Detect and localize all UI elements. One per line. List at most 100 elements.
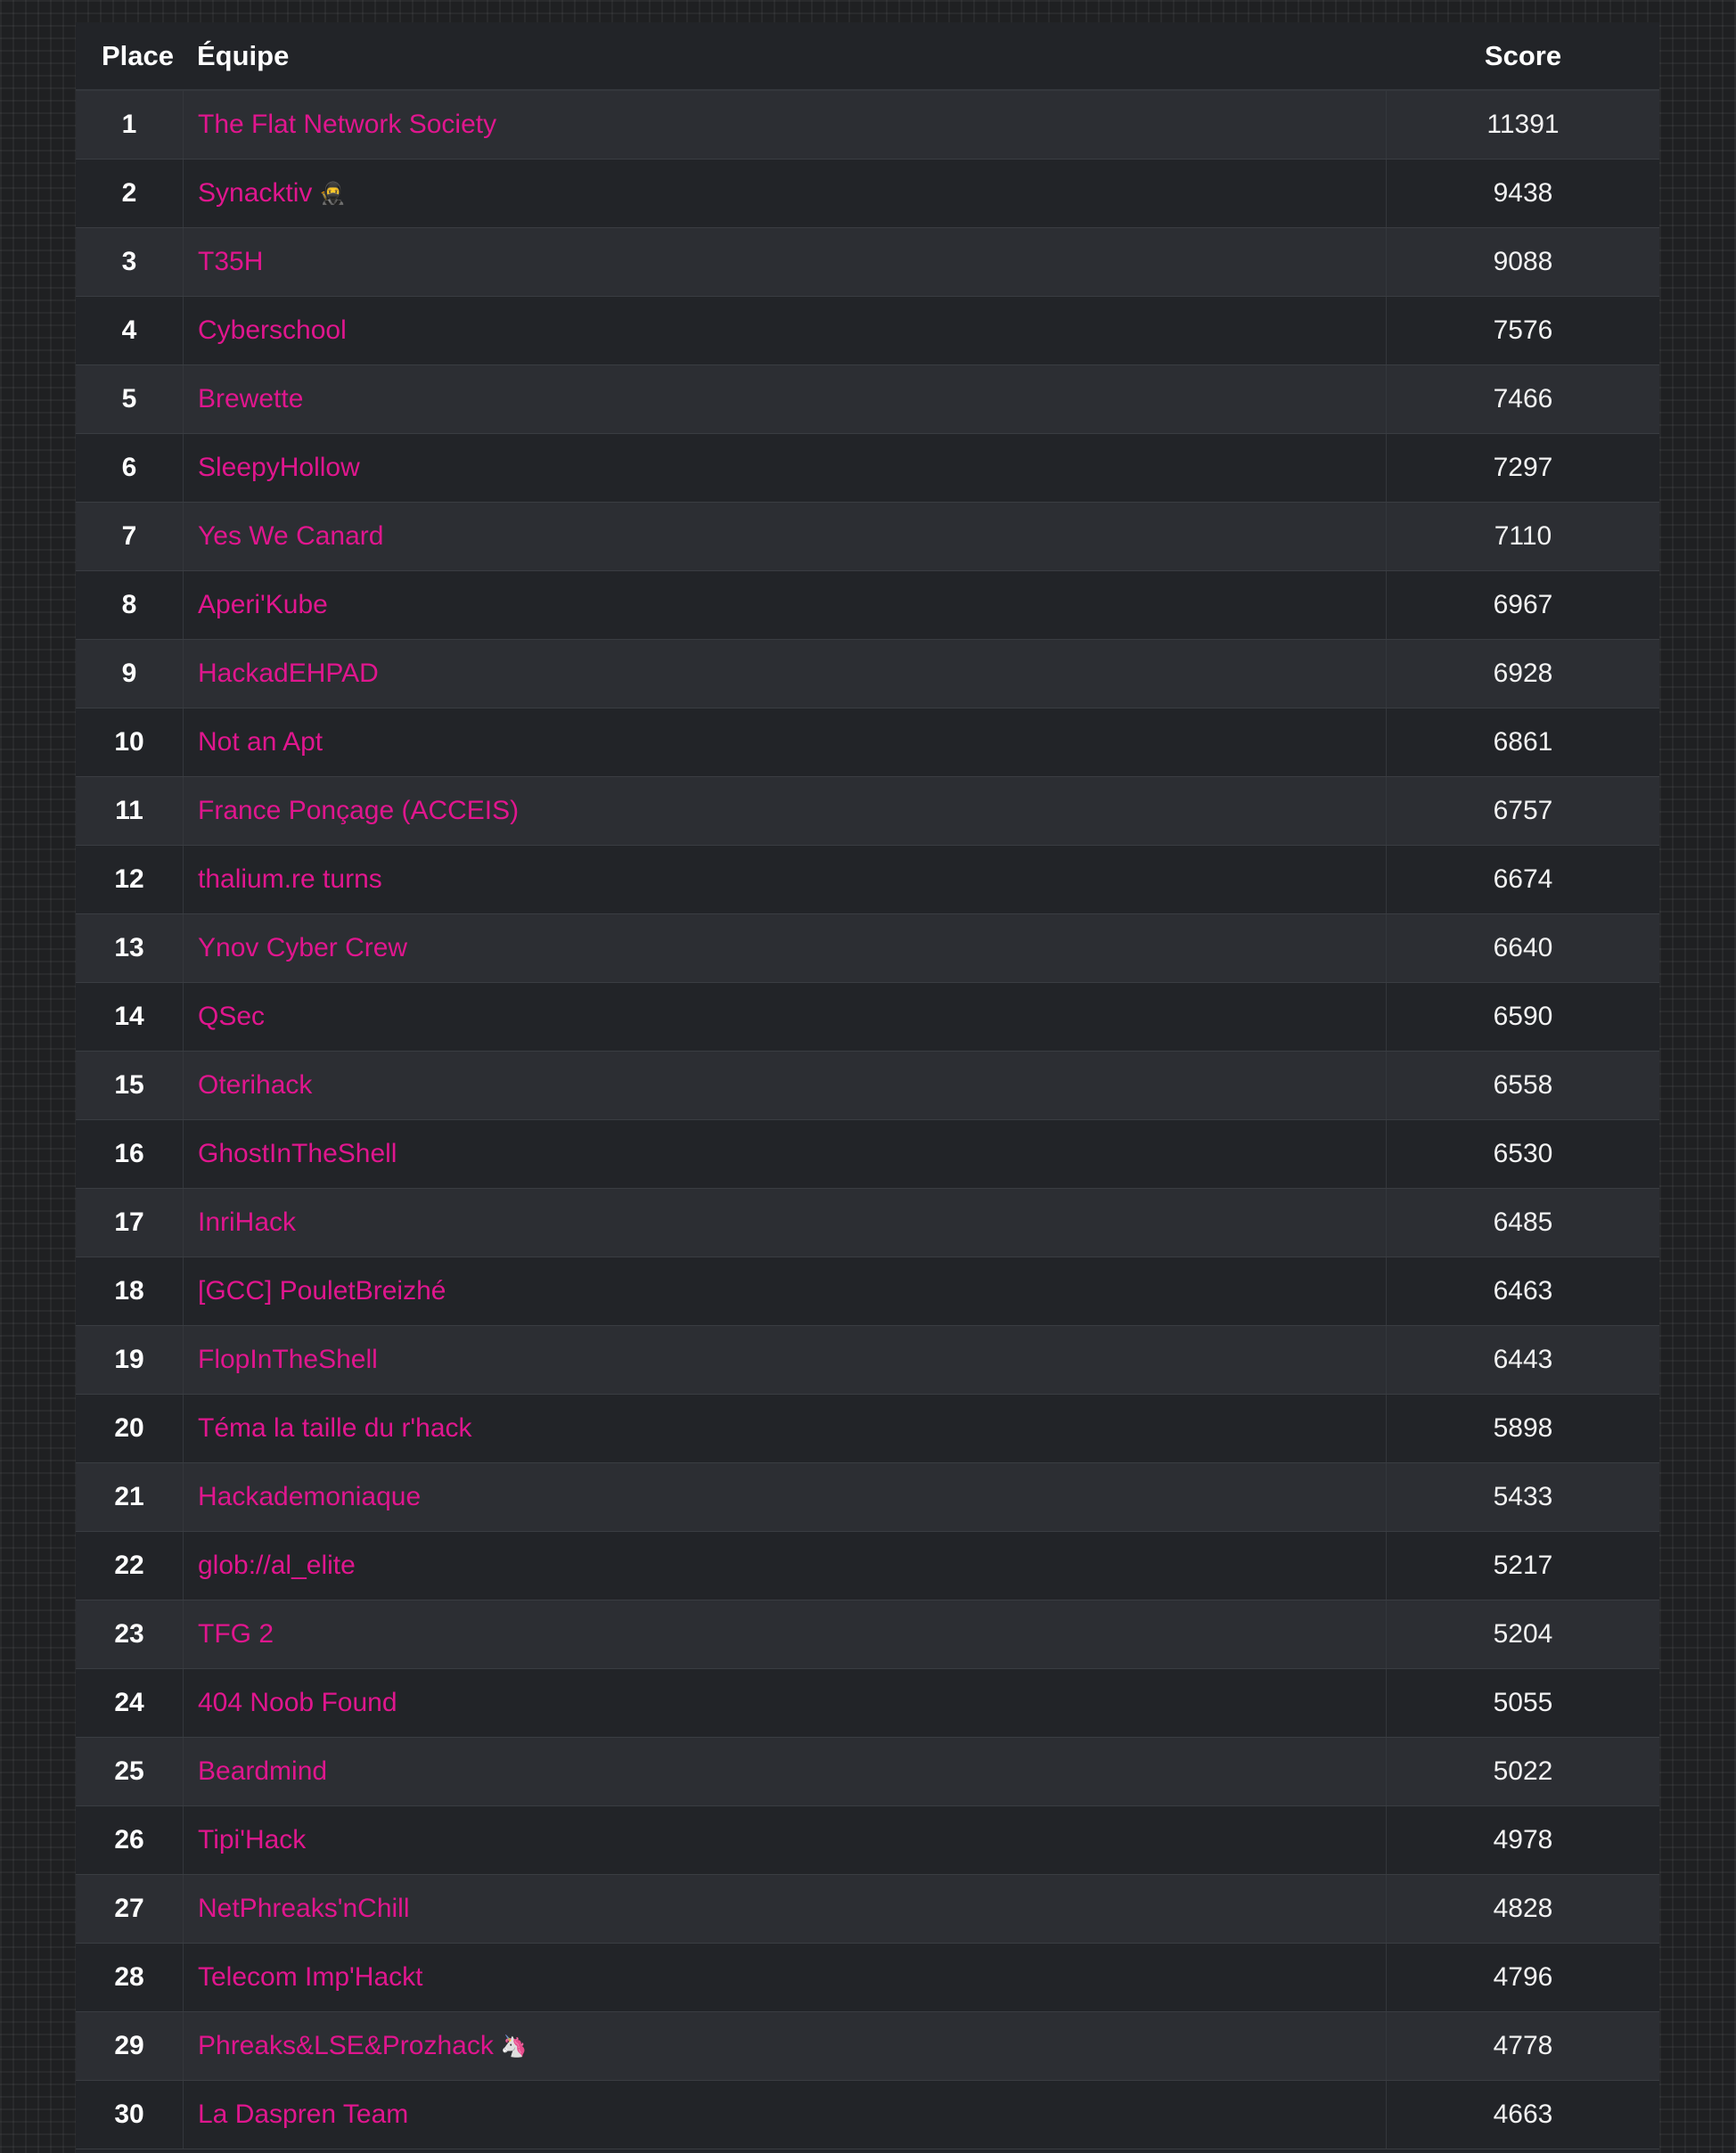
scoreboard-table: Place Équipe Score 1 The Flat Network Soc…: [76, 22, 1659, 2153]
place-cell: 17: [76, 1189, 184, 1257]
table-row: 7 Yes We Canard 7110: [76, 503, 1659, 571]
table-row: 13 Ynov Cyber Crew 6640: [76, 914, 1659, 983]
team-link[interactable]: Yes We Canard: [198, 521, 383, 552]
place-cell: 10: [76, 708, 184, 776]
place-cell: 21: [76, 1463, 184, 1531]
column-header-place[interactable]: Place: [76, 40, 184, 72]
team-cell: [GCC] PouletBreizhé: [184, 1257, 1387, 1325]
score-cell: 9088: [1493, 247, 1553, 276]
column-header-score[interactable]: Score: [1387, 40, 1659, 72]
table-row: 21 Hackademoniaque 5433: [76, 1463, 1659, 1532]
team-link[interactable]: 404 Noob Found: [198, 1688, 397, 1718]
place-cell: 24: [76, 1669, 184, 1737]
score-cell: 6443: [1493, 1345, 1553, 1374]
team-cell: Yes We Canard: [184, 503, 1387, 570]
score-cell: 7297: [1493, 453, 1553, 482]
team-link[interactable]: T35H: [198, 247, 263, 277]
place-cell: 1: [76, 91, 184, 159]
score-cell: 6928: [1493, 659, 1553, 688]
table-row: 19 FlopInTheShell 6443: [76, 1326, 1659, 1395]
team-link[interactable]: SleepyHollow: [198, 453, 360, 483]
score-cell: 6967: [1493, 590, 1553, 619]
team-link[interactable]: Beardmind: [198, 1756, 327, 1787]
table-row: 30 La Daspren Team 4663: [76, 2081, 1659, 2149]
team-link[interactable]: TFG 2: [198, 1619, 274, 1650]
team-cell: SleepyHollow: [184, 434, 1387, 502]
team-cell: Phreaks&LSE&Prozhack 🦄: [184, 2012, 1387, 2080]
score-cell: 5898: [1493, 1413, 1553, 1443]
team-link[interactable]: Brewette: [198, 384, 303, 414]
place-cell: 23: [76, 1600, 184, 1668]
team-cell: 404 Noob Found: [184, 1669, 1387, 1737]
place-cell: 3: [76, 228, 184, 296]
team-link[interactable]: Tipi'Hack: [198, 1825, 306, 1855]
team-link[interactable]: QSec: [198, 1002, 265, 1032]
team-link[interactable]: Cyberschool: [198, 315, 347, 346]
score-cell: 6590: [1493, 1002, 1553, 1031]
score-cell: 7576: [1493, 315, 1553, 345]
table-row: 25 Beardmind 5022: [76, 1738, 1659, 1806]
team-link[interactable]: La Daspren Team: [198, 2100, 408, 2130]
place-cell: 20: [76, 1395, 184, 1462]
team-cell: Brewette: [184, 365, 1387, 433]
team-cell: NetPhreaks'nChill: [184, 1875, 1387, 1943]
table-row: 28 Telecom Imp'Hackt 4796: [76, 1944, 1659, 2012]
score-cell: 5433: [1493, 1482, 1553, 1511]
score-cell: 6485: [1493, 1207, 1553, 1237]
team-link[interactable]: HackadEHPAD: [198, 659, 379, 689]
table-row: 10 Not an Apt 6861: [76, 708, 1659, 777]
table-row: 3 T35H 9088: [76, 228, 1659, 297]
score-cell: 5055: [1493, 1688, 1553, 1717]
team-link[interactable]: GhostInTheShell: [198, 1139, 397, 1169]
team-link[interactable]: FlopInTheShell: [198, 1345, 378, 1375]
team-cell: La Daspren Team: [184, 2081, 1387, 2149]
place-cell: 4: [76, 297, 184, 364]
team-cell: HackadEHPAD: [184, 640, 1387, 708]
team-link[interactable]: Oterihack: [198, 1070, 312, 1101]
place-cell: 7: [76, 503, 184, 570]
place-cell: 13: [76, 914, 184, 982]
table-row: 12 thalium.re turns 6674: [76, 846, 1659, 914]
team-cell: QSec: [184, 983, 1387, 1051]
team-link[interactable]: Telecom Imp'Hackt: [198, 1962, 422, 1993]
place-cell: 29: [76, 2012, 184, 2080]
team-link[interactable]: [GCC] PouletBreizhé: [198, 1276, 446, 1306]
score-cell: 6530: [1493, 1139, 1553, 1168]
team-cell: Ynov Cyber Crew: [184, 914, 1387, 982]
team-link[interactable]: Synacktiv: [198, 178, 312, 209]
team-link[interactable]: Aperi'Kube: [198, 590, 328, 620]
team-cell: The Flat Network Society: [184, 91, 1387, 159]
place-cell: 11: [76, 777, 184, 845]
team-link[interactable]: Phreaks&LSE&Prozhack: [198, 2031, 494, 2061]
team-cell: France Ponçage (ACCEIS): [184, 777, 1387, 845]
place-cell: 26: [76, 1806, 184, 1874]
team-link[interactable]: InriHack: [198, 1207, 296, 1238]
table-row: 11 France Ponçage (ACCEIS) 6757: [76, 777, 1659, 846]
team-link[interactable]: Téma la taille du r'hack: [198, 1413, 472, 1444]
column-header-team[interactable]: Équipe: [184, 40, 1387, 72]
table-row: 5 Brewette 7466: [76, 365, 1659, 434]
team-link[interactable]: France Ponçage (ACCEIS): [198, 796, 519, 826]
team-cell: Synacktiv 🥷: [184, 160, 1387, 227]
place-cell: 27: [76, 1875, 184, 1943]
team-cell: T35H: [184, 228, 1387, 296]
team-link[interactable]: The Flat Network Society: [198, 110, 496, 140]
team-link[interactable]: Ynov Cyber Crew: [198, 933, 407, 963]
place-cell: 19: [76, 1326, 184, 1394]
team-link[interactable]: NetPhreaks'nChill: [198, 1894, 410, 1924]
team-link[interactable]: Hackademoniaque: [198, 1482, 421, 1512]
score-cell: 6674: [1493, 864, 1553, 894]
team-cell: Tipi'Hack: [184, 1806, 1387, 1874]
score-cell: 6757: [1493, 796, 1553, 825]
table-row: 27 NetPhreaks'nChill 4828: [76, 1875, 1659, 1944]
team-cell: Cyberschool: [184, 297, 1387, 364]
place-cell: 22: [76, 1532, 184, 1600]
score-cell: 6640: [1493, 933, 1553, 962]
team-link[interactable]: thalium.re turns: [198, 864, 382, 895]
team-cell: Téma la taille du r'hack: [184, 1395, 1387, 1462]
team-link[interactable]: Not an Apt: [198, 727, 323, 757]
team-link[interactable]: glob://al_elite: [198, 1551, 356, 1581]
score-cell: 9438: [1493, 178, 1553, 208]
team-cell: Aperi'Kube: [184, 571, 1387, 639]
team-cell: TFG 2: [184, 1600, 1387, 1668]
